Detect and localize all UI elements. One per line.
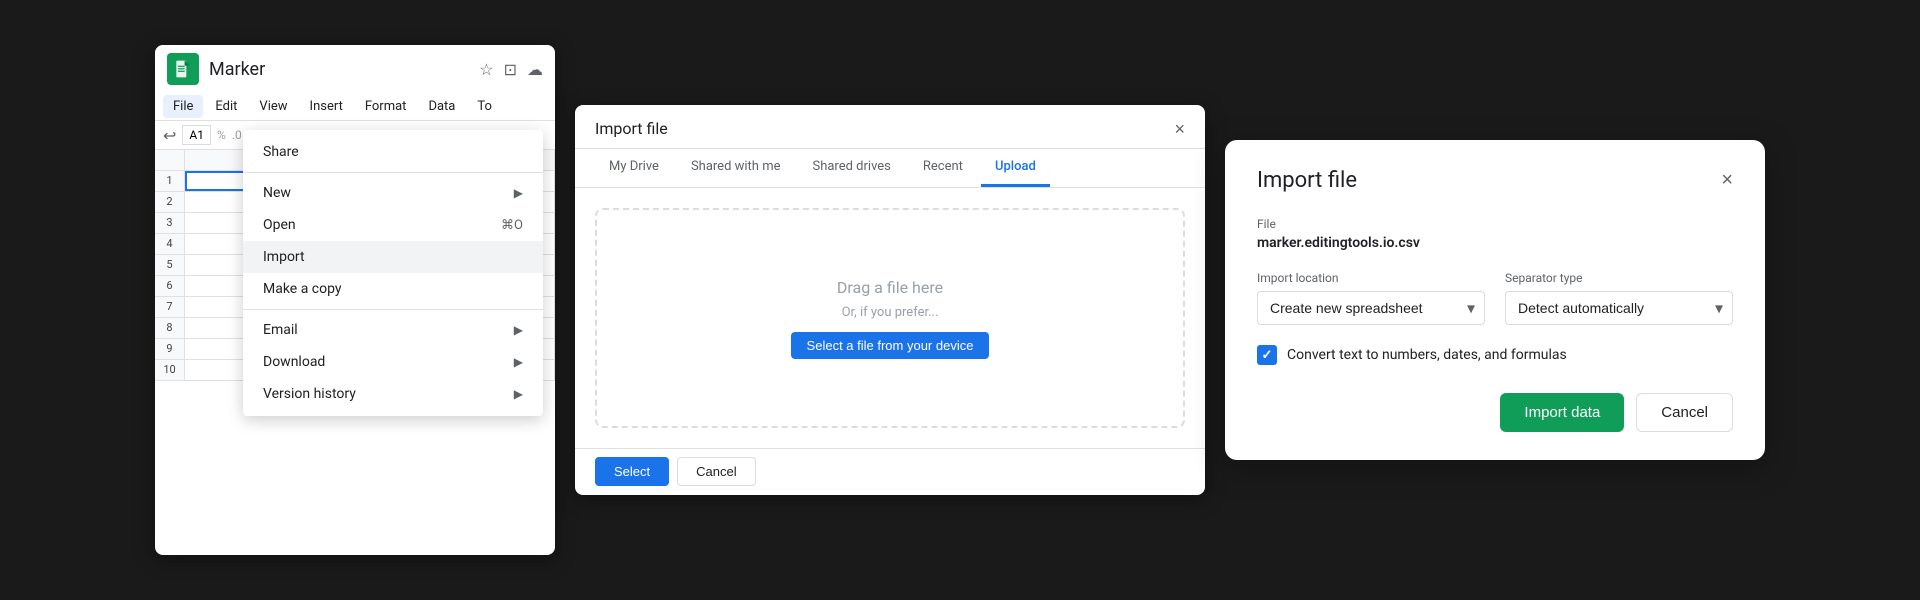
menu-item-download[interactable]: Download ▶	[243, 346, 543, 378]
import-picker-header: Import file ×	[575, 105, 1205, 149]
submenu-arrow: ▶	[514, 355, 523, 369]
sheets-app-icon	[167, 53, 199, 85]
tab-shared-with-me[interactable]: Shared with me	[677, 149, 795, 187]
picker-footer: Select Cancel	[575, 448, 1205, 494]
title-icons: ☆ ⊡ ☁	[479, 60, 543, 79]
menu-divider	[243, 172, 543, 173]
menu-view[interactable]: View	[249, 95, 297, 118]
menu-item-new[interactable]: New ▶	[243, 177, 543, 209]
file-dropdown-menu: Share New ▶ Open ⌘O Import Make a copy E…	[243, 130, 543, 416]
sheets-title: Marker	[209, 59, 469, 80]
menu-file[interactable]: File	[163, 95, 203, 118]
tab-my-drive[interactable]: My Drive	[595, 149, 673, 187]
menu-divider	[243, 309, 543, 310]
separator-type-select[interactable]: Detect automatically Comma Semicolon Tab…	[1505, 291, 1733, 325]
undo-icon[interactable]: ↩	[163, 126, 176, 145]
import-location-label: Import location	[1257, 271, 1485, 285]
checkbox-row: Convert text to numbers, dates, and form…	[1257, 345, 1733, 365]
menu-data[interactable]: Data	[418, 95, 465, 118]
cell-ref: A1	[182, 125, 211, 145]
import-location-select-wrapper: Create new spreadsheet Insert new sheet(…	[1257, 291, 1485, 325]
menu-format[interactable]: Format	[355, 95, 417, 118]
separator-type-field: Separator type Detect automatically Comm…	[1505, 271, 1733, 325]
menu-insert[interactable]: Insert	[300, 95, 353, 118]
menu-edit[interactable]: Edit	[205, 95, 247, 118]
dialog-title: Import file	[1257, 168, 1357, 193]
menu-item-open[interactable]: Open ⌘O	[243, 209, 543, 241]
submenu-arrow: ▶	[514, 186, 523, 200]
picker-tabs: My Drive Shared with me Shared drives Re…	[575, 149, 1205, 188]
picker-close-button[interactable]: ×	[1174, 120, 1185, 138]
separator-type-select-wrapper: Detect automatically Comma Semicolon Tab…	[1505, 291, 1733, 325]
menu-item-version-history[interactable]: Version history ▶	[243, 378, 543, 410]
tab-recent[interactable]: Recent	[909, 149, 977, 187]
menu-tools[interactable]: To	[467, 95, 502, 118]
picker-cancel-button[interactable]: Cancel	[677, 457, 755, 486]
cloud-icon[interactable]: ☁	[527, 60, 543, 79]
row-num-header	[155, 150, 185, 170]
import-data-button[interactable]: Import data	[1500, 393, 1624, 432]
separator-type-label: Separator type	[1505, 271, 1733, 285]
dialog-filename: marker.editingtools.io.csv	[1257, 235, 1733, 251]
convert-checkbox[interactable]	[1257, 345, 1277, 365]
import-picker-panel: Import file × My Drive Shared with me Sh…	[575, 105, 1205, 495]
menu-item-import[interactable]: Import	[243, 241, 543, 273]
import-picker-title: Import file	[595, 119, 668, 138]
dialog-actions: Import data Cancel	[1257, 393, 1733, 432]
menu-item-make-copy[interactable]: Make a copy	[243, 273, 543, 305]
import-dialog: Import file × File marker.editingtools.i…	[1225, 140, 1765, 460]
tab-upload[interactable]: Upload	[981, 149, 1050, 187]
picker-select-button[interactable]: Select	[595, 457, 669, 486]
star-icon[interactable]: ☆	[479, 60, 493, 79]
drop-zone-text: Drag a file here	[837, 278, 943, 297]
import-location-select[interactable]: Create new spreadsheet Insert new sheet(…	[1257, 291, 1485, 325]
dialog-close-button[interactable]: ×	[1721, 169, 1733, 192]
menubar: File Edit View Insert Format Data To	[155, 93, 555, 120]
submenu-arrow: ▶	[514, 387, 523, 401]
dialog-options-row: Import location Create new spreadsheet I…	[1257, 271, 1733, 325]
menu-item-share[interactable]: Share	[243, 136, 543, 168]
dialog-header: Import file ×	[1257, 168, 1733, 193]
toolbar-percent: %	[217, 128, 226, 142]
menu-item-email[interactable]: Email ▶	[243, 314, 543, 346]
toolbar-decimals: .0	[232, 128, 242, 142]
select-file-button[interactable]: Select a file from your device	[791, 332, 990, 359]
import-location-field: Import location Create new spreadsheet I…	[1257, 271, 1485, 325]
drop-zone: Drag a file here Or, if you prefer... Se…	[595, 208, 1185, 428]
sheets-panel: Marker ☆ ⊡ ☁ File Edit View Insert Forma…	[155, 45, 555, 555]
drop-zone-sub: Or, if you prefer...	[842, 305, 939, 320]
file-section-label: File	[1257, 217, 1733, 231]
sheets-titlebar: Marker ☆ ⊡ ☁	[155, 45, 555, 93]
cancel-button[interactable]: Cancel	[1636, 393, 1733, 432]
submenu-arrow: ▶	[514, 323, 523, 337]
folder-icon[interactable]: ⊡	[504, 60, 517, 79]
tab-shared-drives[interactable]: Shared drives	[798, 149, 904, 187]
checkbox-label: Convert text to numbers, dates, and form…	[1287, 347, 1567, 363]
